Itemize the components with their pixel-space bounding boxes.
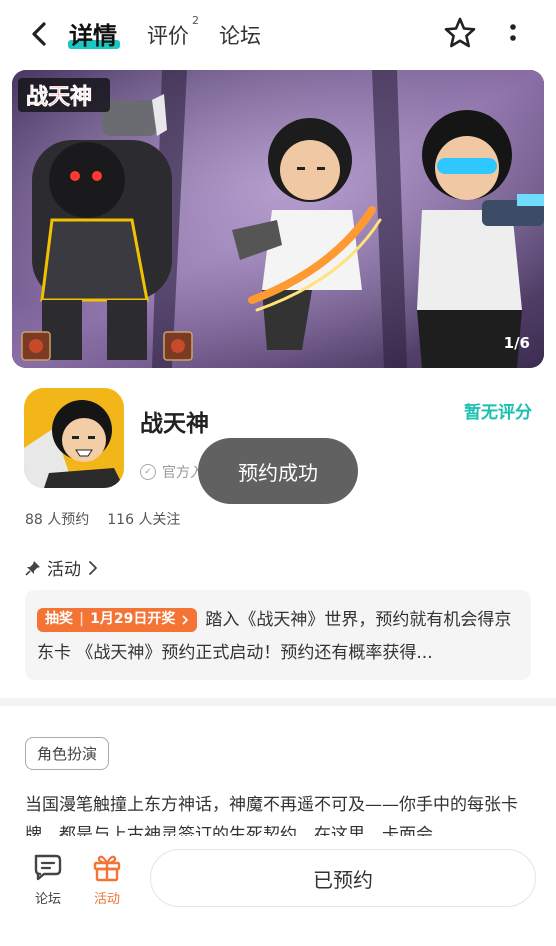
reservation-count: 88 人预约	[25, 512, 90, 528]
reviews-count-badge: 2	[192, 14, 199, 27]
tab-forum[interactable]: 论坛	[219, 20, 261, 50]
reservation-success-toast: 预约成功	[198, 438, 358, 504]
more-vertical-icon	[510, 24, 516, 41]
app-icon-image	[24, 388, 124, 488]
section-divider	[0, 698, 556, 706]
app-icon	[24, 388, 124, 488]
forum-shortcut-label: 论坛	[34, 892, 61, 907]
game-artwork-image: 战天神	[12, 70, 544, 368]
activity-shortcut-label: 活动	[93, 892, 120, 907]
tab-reviews-label: 评价	[147, 24, 189, 48]
pin-icon	[25, 560, 40, 576]
lottery-badge: 抽奖 | 1月29日开奖	[37, 607, 198, 632]
reserved-button[interactable]: 已预约	[150, 849, 536, 907]
screenshot-carousel[interactable]: 战天神 1/6	[12, 70, 544, 368]
genre-tag[interactable]: 角色扮演	[25, 737, 110, 770]
tab-details[interactable]: 详情	[69, 16, 117, 51]
follower-count: 116 人关注	[107, 512, 181, 528]
activity-title: 活动	[47, 560, 81, 580]
app-name: 战天神	[140, 411, 209, 437]
gift-icon	[93, 855, 121, 882]
star-icon	[444, 17, 476, 48]
chat-bubble-icon	[34, 854, 62, 881]
chevron-right-icon	[89, 560, 97, 575]
back-arrow-icon	[32, 22, 46, 46]
favorite-button[interactable]	[443, 16, 477, 50]
activity-card[interactable]: 抽奖 | 1月29日开奖 踏入《战天神》世界，预约就有机会得京东卡 《战天神》预…	[25, 590, 531, 680]
tab-reviews[interactable]: 评价 2	[147, 14, 199, 50]
lottery-separator: |	[79, 611, 85, 627]
lottery-date: 1月29日开奖	[90, 611, 176, 627]
activity-shortcut[interactable]: 活动	[82, 852, 132, 907]
rating-status: 暂无评分	[464, 403, 532, 423]
activity-section-header[interactable]: 活动	[25, 555, 99, 580]
game-description: 当国漫笔触撞上东方神话，神魔不再遥不可及——你手中的每张卡牌，都是与上古神灵签订…	[25, 795, 518, 836]
lottery-label: 抽奖	[45, 611, 73, 627]
lottery-chevron-icon	[182, 614, 189, 625]
carousel-page-counter: 1/6	[503, 334, 530, 352]
activity-content: 抽奖 | 1月29日开奖 踏入《战天神》世界，预约就有机会得京东卡 《战天神》预…	[37, 604, 521, 674]
game-logo: 战天神	[26, 84, 92, 110]
app-stats: 88 人预约 116 人关注	[25, 509, 180, 529]
forum-shortcut[interactable]: 论坛	[23, 852, 73, 907]
verified-check-icon: ✓	[140, 464, 156, 480]
more-options-button[interactable]	[502, 18, 524, 48]
back-button[interactable]	[26, 18, 54, 50]
